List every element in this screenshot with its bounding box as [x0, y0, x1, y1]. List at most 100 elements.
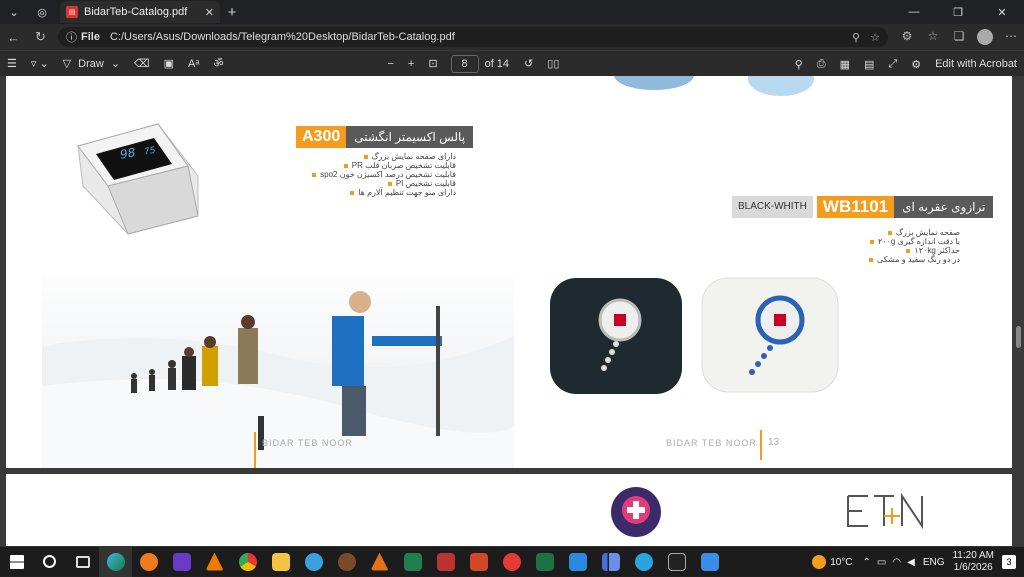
- url-field[interactable]: ⓘ File C:/Users/Asus/Downloads/Telegram%…: [58, 27, 888, 47]
- clock-date: 1/6/2026: [953, 562, 993, 573]
- volume-icon[interactable]: ◀: [907, 557, 915, 568]
- weather-temp[interactable]: 10°C: [830, 557, 852, 568]
- swiss-design-badge: [611, 487, 661, 537]
- notification-badge[interactable]: 3: [1002, 555, 1016, 569]
- pdf-reader-icon[interactable]: [495, 547, 528, 577]
- black-scale-image: [550, 278, 682, 394]
- info-icon[interactable]: ⓘ: [66, 29, 77, 45]
- tab-pdf[interactable]: ▤ BidarTeb-Catalog.pdf ✕: [60, 1, 220, 23]
- address-bar: ← ↻ ⓘ File C:/Users/Asus/Downloads/Teleg…: [0, 24, 1024, 50]
- rotate-icon[interactable]: ↺: [517, 57, 540, 70]
- terminal-icon[interactable]: [660, 547, 693, 577]
- highlight-icon[interactable]: ▿ ⌄: [24, 57, 56, 70]
- scale-model: WB1101: [816, 196, 895, 218]
- draw-dropdown-icon[interactable]: ⌄: [104, 57, 127, 70]
- fullscreen-icon[interactable]: ⤢: [881, 58, 904, 71]
- app-icon[interactable]: [330, 547, 363, 577]
- close-tab-icon[interactable]: ✕: [205, 6, 214, 19]
- page-number-label: 13: [768, 437, 780, 448]
- more-menu-icon[interactable]: ⋯: [998, 29, 1024, 45]
- oximeter-features: دارای صفحه نمایش بزرگ قابلیت تشخیص ضربان…: [296, 152, 456, 197]
- page-view-icon[interactable]: ▯▯: [540, 57, 566, 70]
- page-number-input[interactable]: 8: [450, 54, 479, 73]
- svg-text:75: 75: [144, 146, 155, 158]
- footer-brand-right: BIDAR TEB NOOR: [666, 438, 757, 448]
- network-app-icon[interactable]: [297, 547, 330, 577]
- new-tab-button[interactable]: +: [220, 4, 244, 21]
- show-hidden-icons[interactable]: ⌃: [863, 557, 871, 568]
- workspaces-icon[interactable]: ◎: [28, 0, 56, 24]
- maximize-button[interactable]: ❐: [936, 0, 980, 24]
- oximeter-title-bar: A300 پالس اکسیمتر انگشتی: [296, 126, 474, 148]
- powerpoint-icon[interactable]: [462, 547, 495, 577]
- tab-title: BidarTeb-Catalog.pdf: [84, 6, 188, 18]
- fit-page-icon[interactable]: ⊡: [421, 57, 444, 70]
- tab-actions-menu-icon[interactable]: ⌄: [0, 0, 28, 24]
- telegram-icon[interactable]: [627, 547, 660, 577]
- scale-title-bar: BLACK-WHITH WB1101 ترازوی عقربه ای: [732, 196, 994, 218]
- weather-icon[interactable]: [812, 555, 827, 569]
- save-icon[interactable]: ▦: [833, 58, 857, 71]
- vlc-icon[interactable]: [198, 547, 231, 577]
- collections-icon[interactable]: ❏: [946, 29, 972, 45]
- translate-icon[interactable]: ॐ: [206, 56, 230, 71]
- zoom-icon[interactable]: ⚲: [852, 31, 860, 44]
- game-app-icon[interactable]: [396, 547, 429, 577]
- erase-icon[interactable]: ⌫: [127, 57, 157, 70]
- vscode-icon[interactable]: [561, 547, 594, 577]
- clock[interactable]: 11:20 AM 1/6/2026: [952, 550, 994, 574]
- oximeter-title: پالس اکسیمتر انگشتی: [346, 126, 474, 148]
- firefox-icon[interactable]: [132, 547, 165, 577]
- logo-image: [847, 492, 923, 530]
- favorite-star-icon[interactable]: ☆: [870, 31, 880, 44]
- photos-icon[interactable]: [693, 547, 726, 577]
- draw-button[interactable]: Draw: [78, 58, 104, 70]
- url-scheme-label: File: [81, 31, 100, 43]
- scale-top-image-2: [748, 76, 814, 96]
- network-icon[interactable]: ▭: [877, 557, 886, 568]
- url-text: C:/Users/Asus/Downloads/Telegram%20Deskt…: [109, 31, 455, 43]
- back-button[interactable]: ←: [0, 30, 27, 45]
- favorites-icon[interactable]: ☆: [920, 29, 946, 45]
- edge-browser-icon[interactable]: [99, 546, 132, 577]
- task-view-icon[interactable]: [66, 547, 99, 577]
- wifi-icon[interactable]: ◠: [892, 557, 901, 568]
- pdf-file-icon: ▤: [66, 6, 78, 18]
- pdf-viewer[interactable]: 98 75 A300 پالس اکسیمتر انگشتی دارای صفح…: [0, 76, 1024, 546]
- language-indicator[interactable]: ENG: [923, 557, 945, 568]
- scale-color-tag: BLACK-WHITH: [732, 196, 813, 218]
- chrome-icon[interactable]: [231, 547, 264, 577]
- start-button[interactable]: [0, 547, 33, 577]
- excel-icon[interactable]: [528, 547, 561, 577]
- chart-app-icon[interactable]: [594, 547, 627, 577]
- footer-marker-right: [760, 430, 762, 460]
- scrollbar-thumb[interactable]: [1016, 326, 1021, 348]
- refresh-button[interactable]: ↻: [27, 29, 54, 45]
- footer-brand-left: BIDAR TEB NOOR: [262, 438, 353, 448]
- draw-icon[interactable]: ▽: [56, 57, 78, 70]
- pdf-toolbar: ☰ ▿ ⌄ ▽ Draw ⌄ ⌫ ▣ Aᵃ ॐ − + ⊡ 8 of 14 ↺ …: [0, 50, 1024, 76]
- edit-with-acrobat-button[interactable]: Edit with Acrobat: [928, 58, 1024, 70]
- contents-icon[interactable]: ☰: [0, 57, 24, 70]
- feature-item: در دو رنگ سفید و مشکی: [826, 255, 960, 264]
- zoom-out-icon[interactable]: −: [380, 58, 400, 70]
- read-aloud-icon[interactable]: Aᵃ: [181, 58, 206, 70]
- extensions-icon[interactable]: ⚙: [894, 29, 920, 45]
- text-icon[interactable]: ▣: [157, 57, 181, 70]
- search-icon[interactable]: ⚲: [788, 58, 810, 71]
- minimize-button[interactable]: —: [892, 0, 936, 24]
- zoom-in-icon[interactable]: +: [401, 58, 421, 70]
- feature-item: قابلیت تشخیص PI: [296, 179, 456, 188]
- file-explorer-icon[interactable]: [264, 547, 297, 577]
- save-as-icon[interactable]: ▤: [857, 58, 881, 71]
- close-window-button[interactable]: ✕: [980, 0, 1024, 24]
- search-taskbar-icon[interactable]: [33, 547, 66, 577]
- paint-app-icon[interactable]: [429, 547, 462, 577]
- print-icon[interactable]: ⎙: [810, 58, 833, 71]
- pdf-page-next: [6, 474, 1012, 546]
- profile-avatar[interactable]: [976, 29, 993, 45]
- scale-top-image: [614, 76, 694, 90]
- media-app-icon[interactable]: [165, 547, 198, 577]
- matlab-icon[interactable]: [363, 547, 396, 577]
- settings-icon[interactable]: ⚙: [904, 58, 928, 71]
